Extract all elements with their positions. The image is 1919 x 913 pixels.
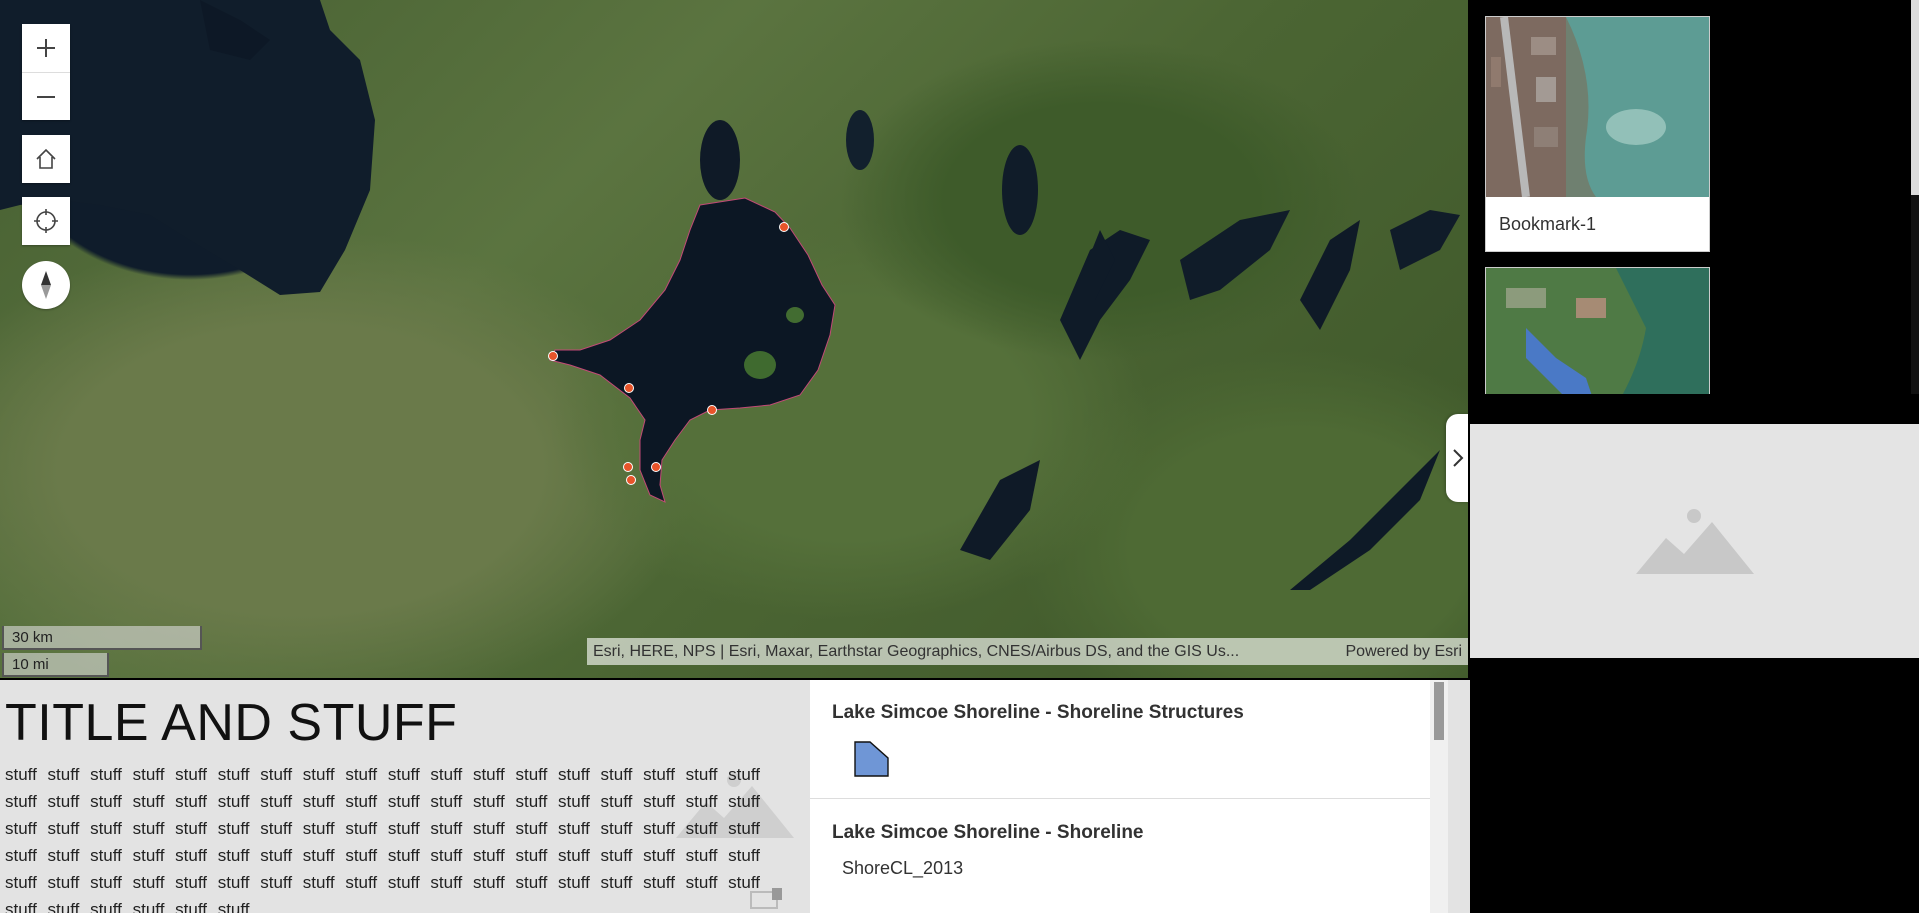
compass-icon bbox=[41, 271, 51, 299]
collapse-panel-button[interactable] bbox=[1446, 414, 1468, 502]
map-marker[interactable] bbox=[651, 462, 661, 472]
scale-bar-mi: 10 mi bbox=[2, 653, 109, 677]
home-icon bbox=[36, 148, 56, 169]
satellite-basemap bbox=[0, 0, 1460, 590]
bookmarks-panel: Bookmark-1 bbox=[1470, 0, 1919, 394]
locate-button[interactable] bbox=[22, 197, 70, 245]
legend-layer-structures: Lake Simcoe Shoreline - Shoreline Struct… bbox=[810, 680, 1430, 799]
legend-layer-title: Lake Simcoe Shoreline - Shoreline Struct… bbox=[832, 702, 1244, 723]
minus-icon bbox=[37, 95, 55, 98]
scale-km-label: 30 km bbox=[2, 626, 202, 650]
map-marker[interactable] bbox=[626, 475, 636, 485]
legend-layer-shoreline: Lake Simcoe Shoreline - Shoreline ShoreC… bbox=[810, 799, 1430, 879]
zoom-control bbox=[22, 24, 70, 120]
attribution-bar[interactable]: Esri, HERE, NPS | Esri, Maxar, Earthstar… bbox=[587, 638, 1468, 665]
home-button[interactable] bbox=[22, 135, 70, 183]
compass-button[interactable] bbox=[22, 261, 70, 309]
zoom-out-button[interactable] bbox=[22, 72, 70, 120]
image-placeholder-icon bbox=[1635, 509, 1754, 574]
bookmark-card-2[interactable] bbox=[1485, 267, 1710, 394]
expand-icon[interactable] bbox=[750, 888, 784, 910]
crosshair-icon bbox=[34, 209, 58, 233]
plus-icon bbox=[37, 39, 55, 57]
scale-mi-label: 10 mi bbox=[2, 653, 109, 677]
map-marker[interactable] bbox=[707, 405, 717, 415]
bookmarks-scrollbar[interactable] bbox=[1911, 0, 1919, 394]
legend-panel: Lake Simcoe Shoreline - Shoreline Struct… bbox=[810, 680, 1470, 913]
attribution-text: Esri, HERE, NPS | Esri, Maxar, Earthstar… bbox=[593, 642, 1240, 660]
bookmark-card-1[interactable]: Bookmark-1 bbox=[1485, 16, 1710, 252]
page-title: TITLE AND STUFF bbox=[5, 694, 458, 752]
image-placeholder bbox=[1470, 424, 1919, 658]
zoom-in-button[interactable] bbox=[22, 24, 70, 72]
map-marker[interactable] bbox=[779, 222, 789, 232]
legend-layer-title: Lake Simcoe Shoreline - Shoreline bbox=[832, 822, 1144, 843]
map-marker[interactable] bbox=[548, 351, 558, 361]
chevron-right-icon bbox=[1453, 449, 1464, 467]
map-marker[interactable] bbox=[624, 383, 634, 393]
legend-swatch bbox=[852, 738, 1408, 798]
bookmark-thumbnail bbox=[1486, 268, 1709, 394]
body-text: stuff stuff stuff stuff stuff stuff stuf… bbox=[5, 765, 760, 913]
bookmark-label: Bookmark-1 bbox=[1499, 214, 1597, 234]
scale-bar-km: 30 km bbox=[2, 626, 202, 650]
map-view[interactable]: 30 km 10 mi Esri, HERE, NPS | Esri, Maxa… bbox=[0, 0, 1468, 678]
text-panel: TITLE AND STUFF stuff stuff stuff stuff … bbox=[0, 680, 810, 913]
map-marker[interactable] bbox=[623, 462, 633, 472]
polygon-swatch-icon bbox=[854, 741, 889, 777]
powered-by-link[interactable]: Powered by Esri bbox=[1322, 643, 1463, 661]
bookmark-thumbnail bbox=[1486, 17, 1709, 197]
legend-scrollbar[interactable] bbox=[1430, 680, 1448, 913]
legend-sublabel: ShoreCL_2013 bbox=[842, 858, 964, 878]
